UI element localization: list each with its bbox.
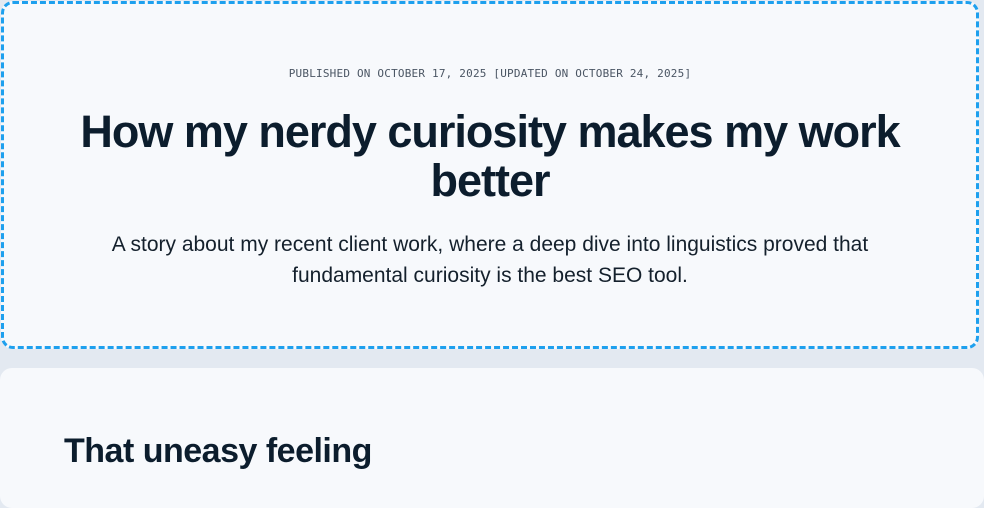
article-title: How my nerdy curiosity makes my work bet… [80,106,900,206]
section-heading: That uneasy feeling [64,432,372,470]
article-header: PUBLISHED ON OCTOBER 17, 2025 [UPDATED O… [1,1,979,349]
publish-date: PUBLISHED ON OCTOBER 17, 2025 [UPDATED O… [288,67,692,80]
article-lede: A story about my recent client work, whe… [111,233,869,287]
article-body: That uneasy feeling [0,368,984,508]
